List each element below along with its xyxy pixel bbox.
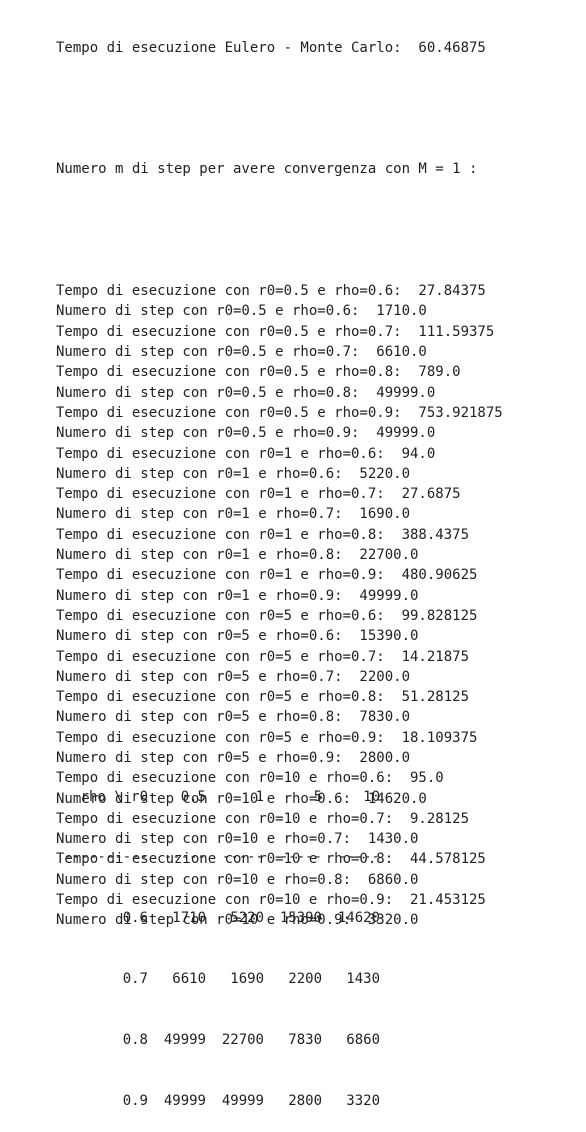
table-header-row: rho \ r0 0.5 1 5 10: [56, 787, 380, 807]
log-line: Tempo di esecuzione con r0=0.5 e rho=0.9…: [56, 404, 503, 421]
table-separator-cell: -----: [337, 849, 380, 866]
log-line: Numero di step con r0=0.5 e rho=0.9: 499…: [56, 425, 436, 442]
table-header-cell: rho \ r0: [80, 788, 148, 805]
table-cell: 1690: [230, 971, 264, 988]
log-line: Numero di step con r0=0.5 e rho=0.6: 171…: [56, 303, 427, 320]
log-line: Numero di step con r0=1 e rho=0.7: 1690.…: [56, 506, 411, 523]
table-header-cell: 0.5: [180, 788, 206, 805]
log-line: Numero di step con r0=5 e rho=0.8: 7830.…: [56, 709, 411, 726]
log-line: Tempo di esecuzione con r0=5 e rho=0.7: …: [56, 648, 470, 665]
table-cell: 5220: [230, 910, 264, 927]
header-line: Tempo di esecuzione Eulero - Monte Carlo…: [56, 39, 486, 56]
log-line: Numero di step con r0=5 e rho=0.7: 2200.…: [56, 668, 411, 685]
table-cell: 22700: [221, 1032, 264, 1049]
log-line: Numero di step con r0=1 e rho=0.9: 49999…: [56, 587, 419, 604]
table-cell: 49999: [163, 1032, 206, 1049]
log-line: Tempo di esecuzione con r0=0.5 e rho=0.6…: [56, 283, 486, 300]
table-separator-row: ---------- ----- ----- ----- -----: [56, 847, 380, 867]
log-line: Numero di step con r0=1 e rho=0.8: 22700…: [56, 547, 419, 564]
table-cell: 7830: [288, 1032, 322, 1049]
results-table: rho \ r0 0.5 1 5 10 ---------- ----- ---…: [56, 746, 380, 1132]
log-line: Tempo di esecuzione con r0=0.5 e rho=0.8…: [56, 364, 461, 381]
log-line: Tempo di esecuzione con r0=5 e rho=0.8: …: [56, 689, 470, 706]
table-cell: 0.6: [122, 910, 148, 927]
table-separator-cell: -----: [163, 849, 206, 866]
log-line: Numero di step con r0=1 e rho=0.6: 5220.…: [56, 465, 411, 482]
table-header-cell: 1: [255, 788, 264, 805]
table-separator-cell: ----------: [63, 849, 148, 866]
table-cell: 3320: [346, 1093, 380, 1110]
table-header-cell: 10: [363, 788, 380, 805]
log-line: Numero di step con r0=0.5 e rho=0.7: 661…: [56, 344, 427, 361]
table-cell: 1710: [172, 910, 206, 927]
table-cell: 2800: [288, 1093, 322, 1110]
table-cell: 0.7: [122, 971, 148, 988]
table-cell: 6610: [172, 971, 206, 988]
table-row: 0.7 6610 1690 2200 1430: [56, 969, 380, 989]
table-separator-cell: -----: [279, 849, 322, 866]
log-line: Numero di step con r0=5 e rho=0.6: 15390…: [56, 628, 419, 645]
table-cell: 1430: [346, 971, 380, 988]
table-cell: 0.8: [122, 1032, 148, 1049]
table-cell: 49999: [163, 1093, 206, 1110]
table-cell: 49999: [221, 1093, 264, 1110]
table-cell: 6860: [346, 1032, 380, 1049]
header-line: Numero m di step per avere convergenza c…: [56, 161, 478, 178]
table-row: 0.8 49999 22700 7830 6860: [56, 1030, 380, 1050]
table-cell: 15390: [279, 910, 322, 927]
log-line: Tempo di esecuzione con r0=0.5 e rho=0.7…: [56, 323, 495, 340]
log-line: Tempo di esecuzione con r0=5 e rho=0.9: …: [56, 729, 478, 746]
log-line: Tempo di esecuzione con r0=5 e rho=0.6: …: [56, 607, 478, 624]
log-line: Tempo di esecuzione con r0=1 e rho=0.7: …: [56, 486, 461, 503]
table-cell: 14620: [337, 910, 380, 927]
log-line: Tempo di esecuzione con r0=1 e rho=0.6: …: [56, 445, 436, 462]
table-cell: 0.9: [122, 1093, 148, 1110]
table-cell: 2200: [288, 971, 322, 988]
table-header-cell: 5: [313, 788, 322, 805]
table-row: 0.6 1710 5220 15390 14620: [56, 908, 380, 928]
log-line: Tempo di esecuzione con r0=1 e rho=0.8: …: [56, 526, 470, 543]
table-separator-cell: -----: [221, 849, 264, 866]
log-line: Numero di step con r0=0.5 e rho=0.8: 499…: [56, 384, 436, 401]
log-line: Tempo di esecuzione con r0=1 e rho=0.9: …: [56, 567, 478, 584]
table-row: 0.9 49999 49999 2800 3320: [56, 1091, 380, 1111]
